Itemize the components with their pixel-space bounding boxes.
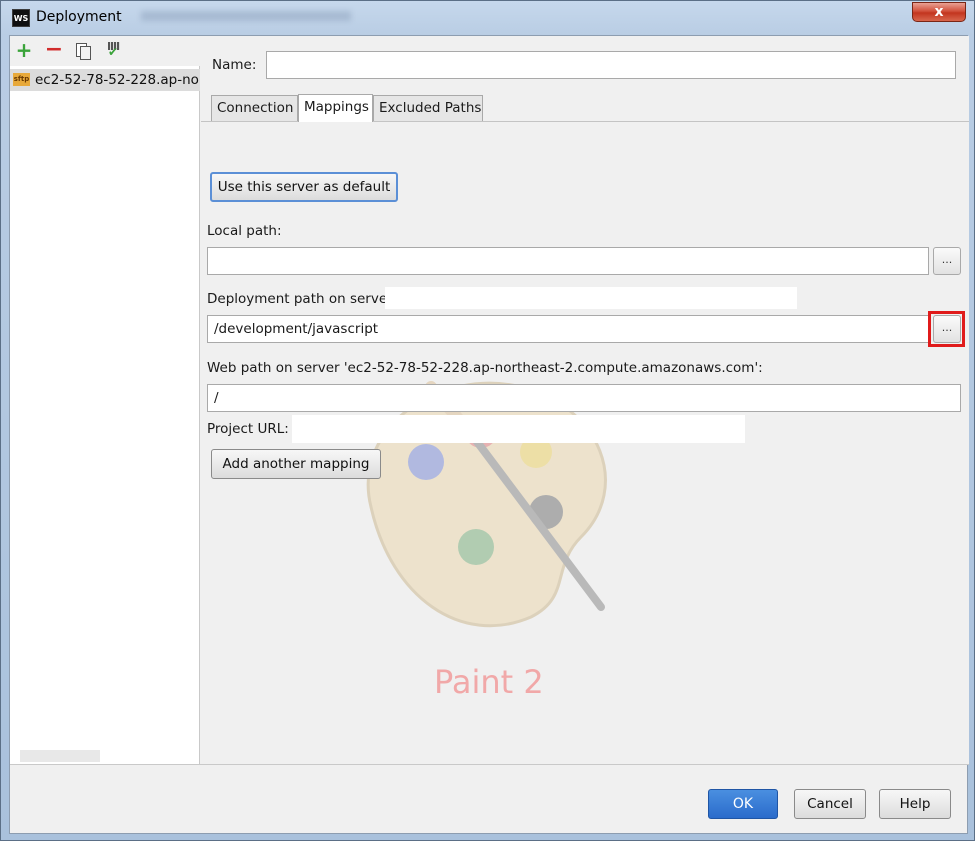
copy-server-icon[interactable] <box>72 40 92 60</box>
project-url-redacted <box>292 415 745 443</box>
redacted-region <box>385 287 797 309</box>
server-list-toolbar: + − <box>10 36 200 66</box>
add-another-mapping-button[interactable]: Add another mapping <box>211 449 381 479</box>
dialog-body: + − sftp ec2-52-78-52-228.ap-no Name: Co… <box>9 35 969 834</box>
server-settings-panel: Name: Connection Mappings Excluded Paths <box>201 36 969 764</box>
project-url-label: Project URL: <box>207 421 289 437</box>
server-list-panel: + − sftp ec2-52-78-52-228.ap-no <box>10 36 200 764</box>
name-input[interactable] <box>266 51 956 79</box>
mappings-tab-content: Paint 2 Use this server as default Local… <box>201 121 969 764</box>
blurred-title-region <box>141 11 351 21</box>
webstorm-app-icon: WS <box>12 9 30 27</box>
name-label: Name: <box>212 57 257 73</box>
horizontal-scrollbar[interactable] <box>20 750 100 762</box>
window-title: Deployment <box>36 9 122 25</box>
close-window-button[interactable]: x <box>912 2 966 22</box>
highlight-box <box>928 311 965 347</box>
set-default-server-icon[interactable] <box>104 40 124 60</box>
remove-server-icon[interactable]: − <box>44 39 64 61</box>
cancel-button[interactable]: Cancel <box>794 789 866 819</box>
add-server-icon[interactable]: + <box>14 40 34 60</box>
server-item-label: ec2-52-78-52-228.ap-no <box>35 72 199 88</box>
local-path-label: Local path: <box>207 223 282 239</box>
deployment-path-label: Deployment path on server <box>207 291 393 307</box>
sftp-icon: sftp <box>13 73 30 86</box>
tab-connection[interactable]: Connection <box>211 95 298 121</box>
local-path-input[interactable] <box>207 247 929 275</box>
server-list-item[interactable]: sftp ec2-52-78-52-228.ap-no <box>10 69 200 91</box>
ok-button[interactable]: OK <box>708 789 778 819</box>
web-path-input[interactable]: / <box>207 384 961 412</box>
deployment-dialog: WS Deployment x + − sftp ec2-52-78-52-22… <box>0 0 975 841</box>
web-path-label: Web path on server 'ec2-52-78-52-228.ap-… <box>207 360 763 376</box>
tab-excluded-paths[interactable]: Excluded Paths <box>373 95 483 121</box>
deployment-path-input[interactable]: /development/javascript <box>207 315 929 343</box>
help-button[interactable]: Help <box>879 789 951 819</box>
use-as-default-button[interactable]: Use this server as default <box>210 172 398 202</box>
local-path-browse-button[interactable]: ... <box>933 247 961 275</box>
title-bar[interactable]: WS Deployment x <box>1 1 974 35</box>
footer-divider <box>10 764 969 765</box>
watermark-text: Paint 2 <box>434 663 544 701</box>
tab-mappings[interactable]: Mappings <box>298 94 373 122</box>
